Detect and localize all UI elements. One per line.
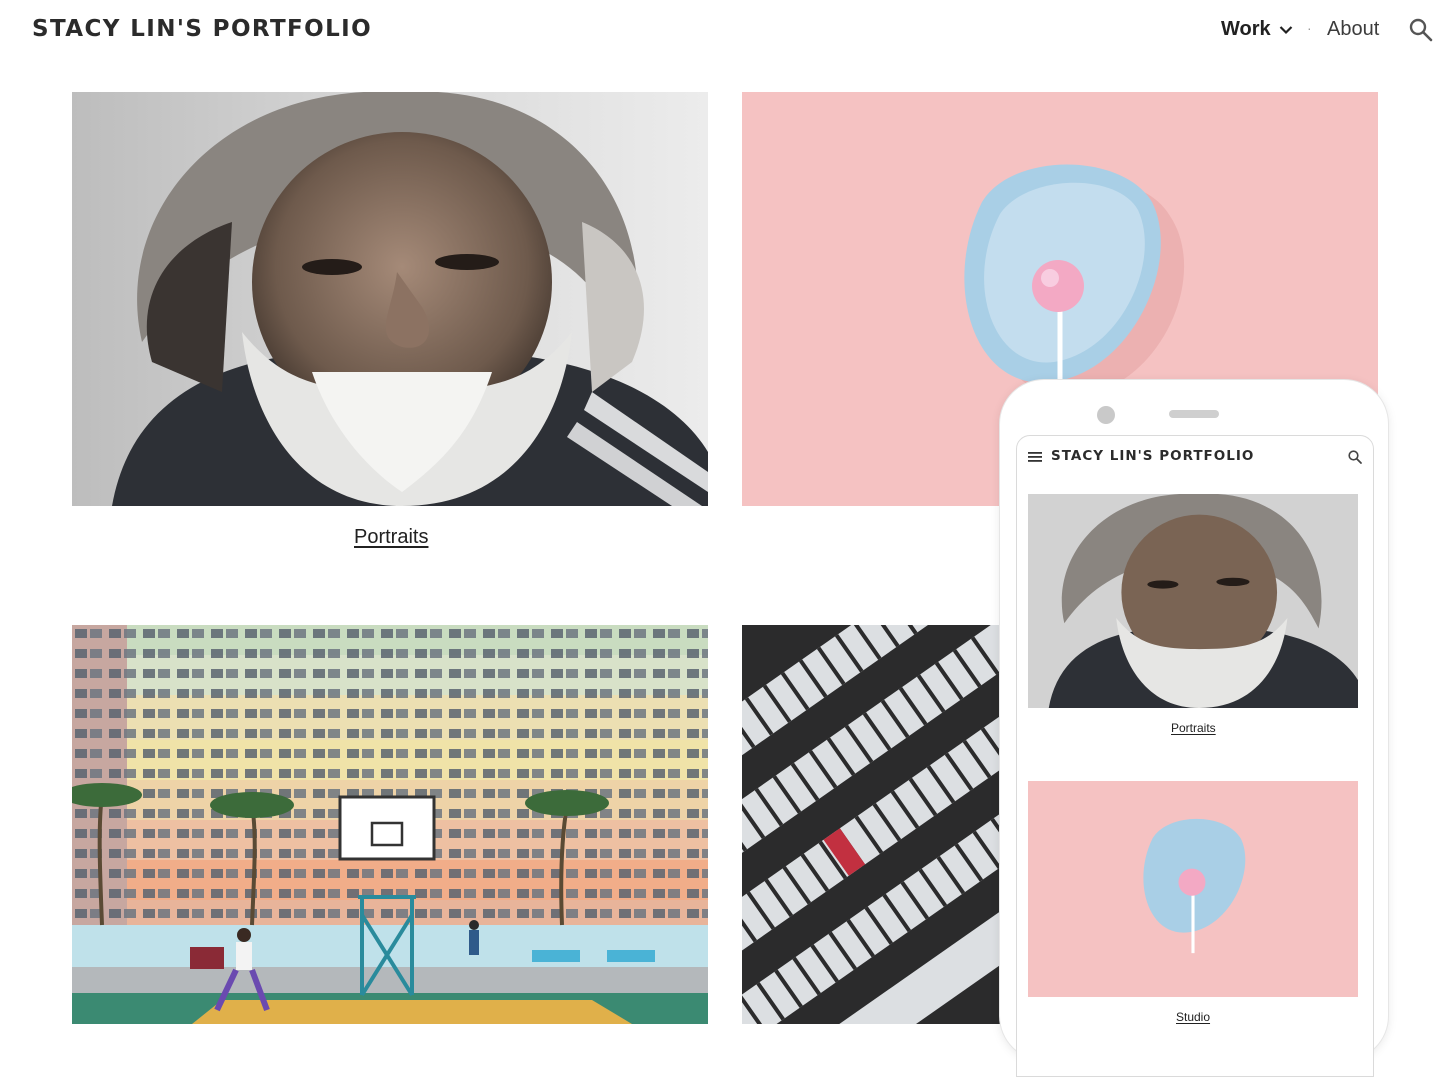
mobile-site-title[interactable]: STACY LIN'S PORTFOLIO — [1051, 448, 1254, 464]
phone-camera — [1097, 406, 1115, 424]
search-button[interactable] — [1408, 17, 1436, 45]
mobile-preview-phone: STACY LIN'S PORTFOLIO Portraits Studio — [1000, 380, 1388, 1077]
nav-work-label: Work — [1221, 18, 1271, 40]
portraits-image[interactable] — [72, 92, 708, 506]
mobile-screen: STACY LIN'S PORTFOLIO Portraits Studio — [1016, 435, 1374, 1077]
mobile-search-button[interactable] — [1347, 449, 1363, 465]
portrait-photo — [72, 92, 708, 506]
nav-about-link[interactable]: About — [1327, 18, 1379, 41]
mobile-studio-photo — [1028, 781, 1358, 997]
hamburger-menu-icon — [1028, 452, 1042, 462]
mobile-header: STACY LIN'S PORTFOLIO — [1017, 436, 1373, 476]
mobile-menu-button[interactable] — [1028, 450, 1042, 462]
building-court-photo — [72, 625, 708, 1024]
mobile-portraits-link[interactable]: Portraits — [1171, 721, 1216, 735]
mobile-portrait-photo — [1028, 494, 1358, 708]
architecture-image[interactable] — [72, 625, 708, 1024]
nav-separator: · — [1307, 20, 1312, 36]
phone-speaker — [1169, 410, 1219, 418]
nav-work-dropdown[interactable]: Work — [1221, 18, 1293, 41]
mobile-studio-image[interactable] — [1028, 781, 1358, 997]
portraits-link[interactable]: Portraits — [354, 526, 428, 549]
search-icon — [1409, 18, 1433, 42]
chevron-down-icon — [1279, 25, 1292, 34]
search-icon — [1348, 450, 1362, 464]
mobile-portraits-image[interactable] — [1028, 494, 1358, 708]
mobile-studio-link[interactable]: Studio — [1176, 1010, 1210, 1024]
top-nav: Work · About — [0, 18, 1452, 48]
